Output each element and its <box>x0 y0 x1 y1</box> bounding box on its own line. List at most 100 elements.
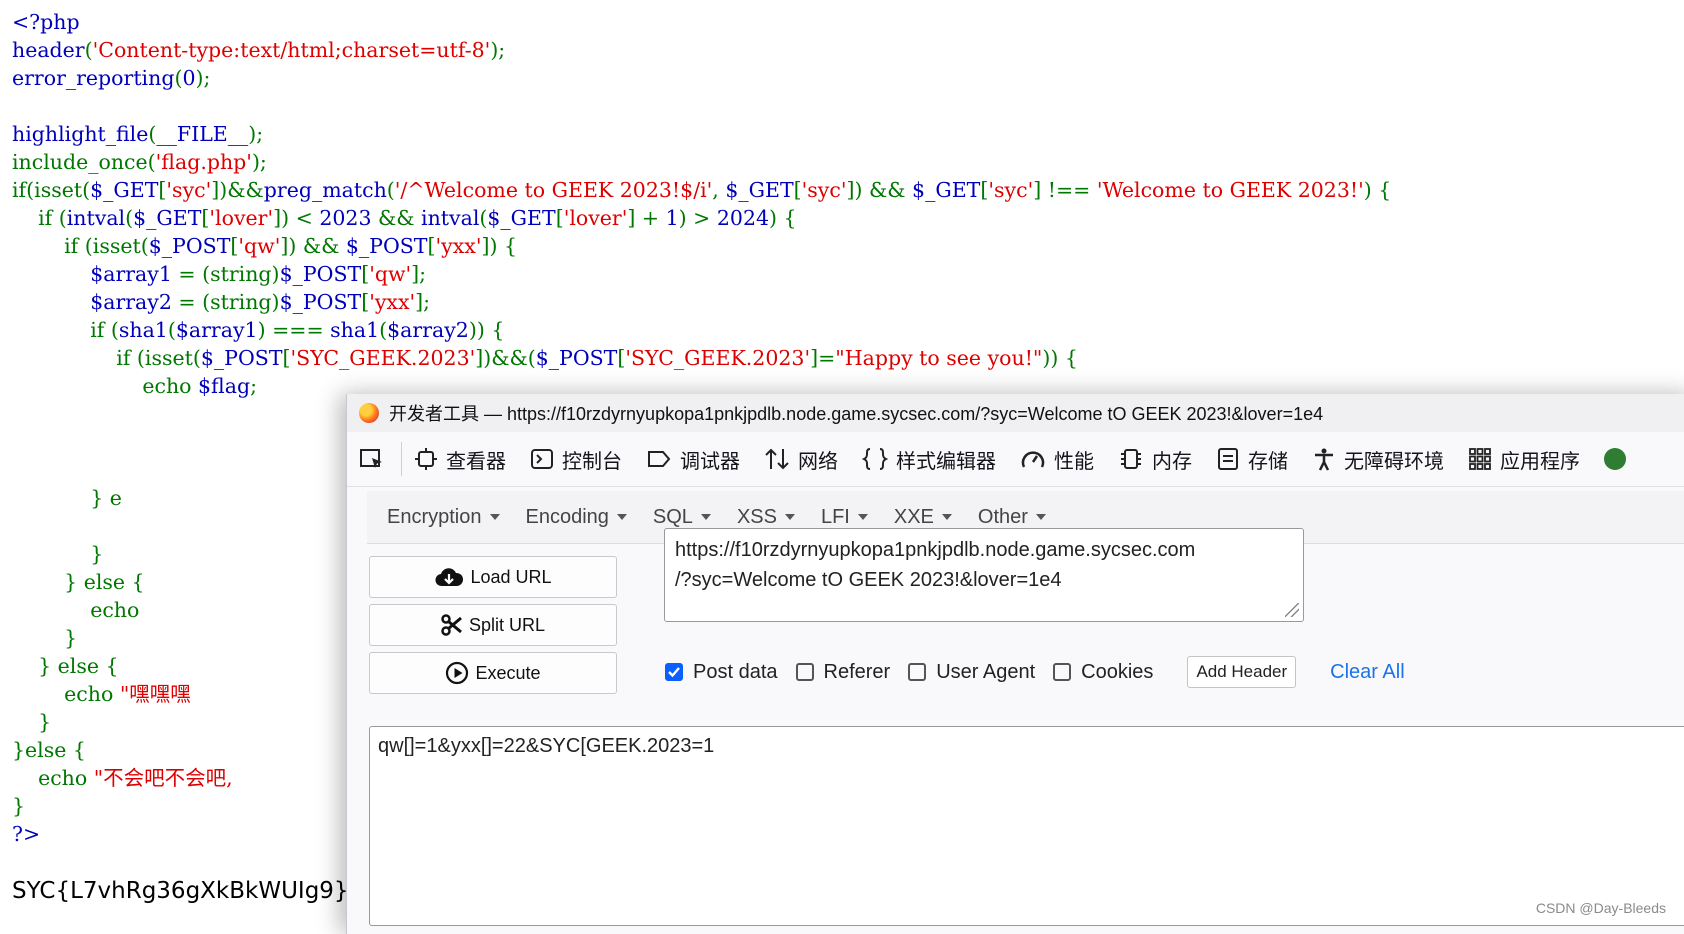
accessibility-icon <box>1315 448 1333 471</box>
code-token: } <box>12 626 78 650</box>
code-token: [ <box>361 290 370 314</box>
menu-sql[interactable]: SQL <box>653 506 711 529</box>
code-token: $_GET <box>90 178 159 202</box>
code-token: if (isset( <box>12 234 149 258</box>
braces-icon <box>862 448 888 470</box>
menu-encryption[interactable]: Encryption <box>387 506 500 529</box>
post-data-textarea[interactable]: qw[]=1&yxx[]=22&SYC[GEEK.2023=1 <box>369 726 1684 926</box>
url-textarea[interactable]: https://f10rzdyrnyupkopa1pnkjpdlb.node.g… <box>664 528 1304 622</box>
debugger-icon <box>648 451 671 467</box>
play-circle-icon <box>446 661 469 685</box>
tab-network[interactable]: 网络 <box>752 432 850 486</box>
menu-xxe[interactable]: XXE <box>894 506 952 529</box>
code-token: 0 <box>182 66 196 90</box>
code-token: '/^Welcome to GEEK 2023!$/i' <box>394 178 713 202</box>
code-token: = (string) <box>171 290 280 314</box>
code-token: 'syc' <box>988 178 1034 202</box>
execute-label: Execute <box>475 662 541 683</box>
code-token: } e <box>12 486 122 510</box>
code-token: ( <box>125 206 134 230</box>
post-data-checkbox[interactable] <box>665 663 683 681</box>
code-token: 'lover' <box>209 206 274 230</box>
referer-label: Referer <box>823 660 891 683</box>
menu-lfi[interactable]: LFI <box>821 506 868 529</box>
code-token: 1 <box>665 206 679 230</box>
user-agent-checkbox[interactable] <box>908 663 927 681</box>
tab-console[interactable]: 控制台 <box>518 432 634 486</box>
code-token: = (string) <box>171 262 280 286</box>
tab-debugger[interactable]: 调试器 <box>634 432 752 486</box>
devtools-title: 开发者工具 — https://f10rzdyrnyupkopa1pnkjpdl… <box>389 404 1324 424</box>
menu-label: SQL <box>652 505 693 528</box>
code-line: header('Content-type:text/html;charset=u… <box>12 36 1391 64</box>
code-token: , <box>712 178 726 202</box>
menu-label: XXE <box>893 505 934 528</box>
code-token: $_POST <box>148 234 231 258</box>
menu-label: XSS <box>736 505 777 528</box>
caret-down-icon <box>700 514 711 520</box>
code-token: ); <box>251 150 267 174</box>
code-line: error_reporting(0); <box>12 64 1391 92</box>
code-token: $array2 <box>387 318 469 342</box>
code-line: highlight_file(__FILE__); <box>12 120 1391 148</box>
code-token: ( <box>379 318 388 342</box>
tab-inspector[interactable]: 查看器 <box>402 432 518 486</box>
tab-accessibility[interactable]: 无障碍环境 <box>1300 432 1456 486</box>
code-token: header <box>12 38 85 62</box>
code-token: )) { <box>468 318 505 342</box>
code-token: ) { <box>769 206 797 230</box>
code-token: 'SYC_GEEK.2023' <box>290 346 476 370</box>
tab-label: 存储 <box>1248 448 1288 473</box>
menu-other[interactable]: Other <box>978 506 1046 529</box>
tab-application[interactable]: 应用程序 <box>1456 432 1592 486</box>
load-url-label: Load URL <box>470 566 552 587</box>
tab-performance[interactable]: 性能 <box>1008 432 1106 486</box>
code-token: highlight_file <box>12 122 149 146</box>
inspector-icon <box>415 448 437 470</box>
code-token: ( <box>167 318 176 342</box>
hackbar-tab[interactable] <box>1592 432 1638 486</box>
cookies-checkbox[interactable] <box>1053 663 1072 681</box>
user-agent-option[interactable]: User Agent <box>908 661 1035 684</box>
menu-xss[interactable]: XSS <box>737 506 795 529</box>
code-line: $array1 = (string)$_POST['qw']; <box>12 260 1391 288</box>
csdn-watermark: CSDN @Day-Bleeds <box>1535 900 1666 916</box>
referer-checkbox[interactable] <box>795 663 814 681</box>
code-token: $_POST <box>345 234 428 258</box>
cursor-select-icon <box>360 449 382 468</box>
code-token: 'Content-type:text/html;charset=utf-8' <box>92 38 491 62</box>
add-header-button[interactable]: Add Header <box>1187 656 1297 688</box>
code-token: $array1 <box>175 318 258 342</box>
checkmark-icon <box>668 667 680 678</box>
code-token: ) { <box>1363 178 1392 202</box>
split-url-button[interactable]: Split URL <box>369 604 617 646</box>
load-url-button[interactable]: Load URL <box>369 556 617 598</box>
code-token: ]) { <box>481 234 518 258</box>
cookies-option[interactable]: Cookies <box>1053 661 1153 684</box>
code-token: [ <box>427 234 436 258</box>
code-token: }else { <box>12 738 86 762</box>
execute-button[interactable]: Execute <box>369 652 617 694</box>
menu-encoding[interactable]: Encoding <box>526 506 627 529</box>
post-data-option[interactable]: Post data <box>665 661 778 684</box>
code-token: intval <box>421 206 480 230</box>
tab-label: 查看器 <box>446 448 506 473</box>
code-token: ])&&( <box>475 346 536 370</box>
code-token: ; <box>250 374 257 398</box>
caret-down-icon <box>616 514 627 520</box>
code-line: <?php <box>12 8 1391 36</box>
code-token: ]; <box>411 262 427 286</box>
tab-style-editor[interactable]: 样式编辑器 <box>850 432 1008 486</box>
tab-storage[interactable]: 存储 <box>1204 432 1300 486</box>
code-line: if (intval($_GET['lover']) < 2023 && int… <box>12 204 1391 232</box>
code-token: ] + <box>627 206 666 230</box>
clear-all-link[interactable]: Clear All <box>1330 661 1404 684</box>
tab-memory[interactable]: 内存 <box>1106 432 1204 486</box>
element-picker-button[interactable] <box>347 442 402 476</box>
referer-option[interactable]: Referer <box>795 660 891 684</box>
code-token: [ <box>555 206 564 230</box>
resize-grip-icon[interactable] <box>1285 603 1299 617</box>
grid-icon <box>1469 448 1491 470</box>
code-token: } <box>12 542 104 566</box>
devtools-titlebar: 开发者工具 — https://f10rzdyrnyupkopa1pnkjpdl… <box>347 394 1684 432</box>
